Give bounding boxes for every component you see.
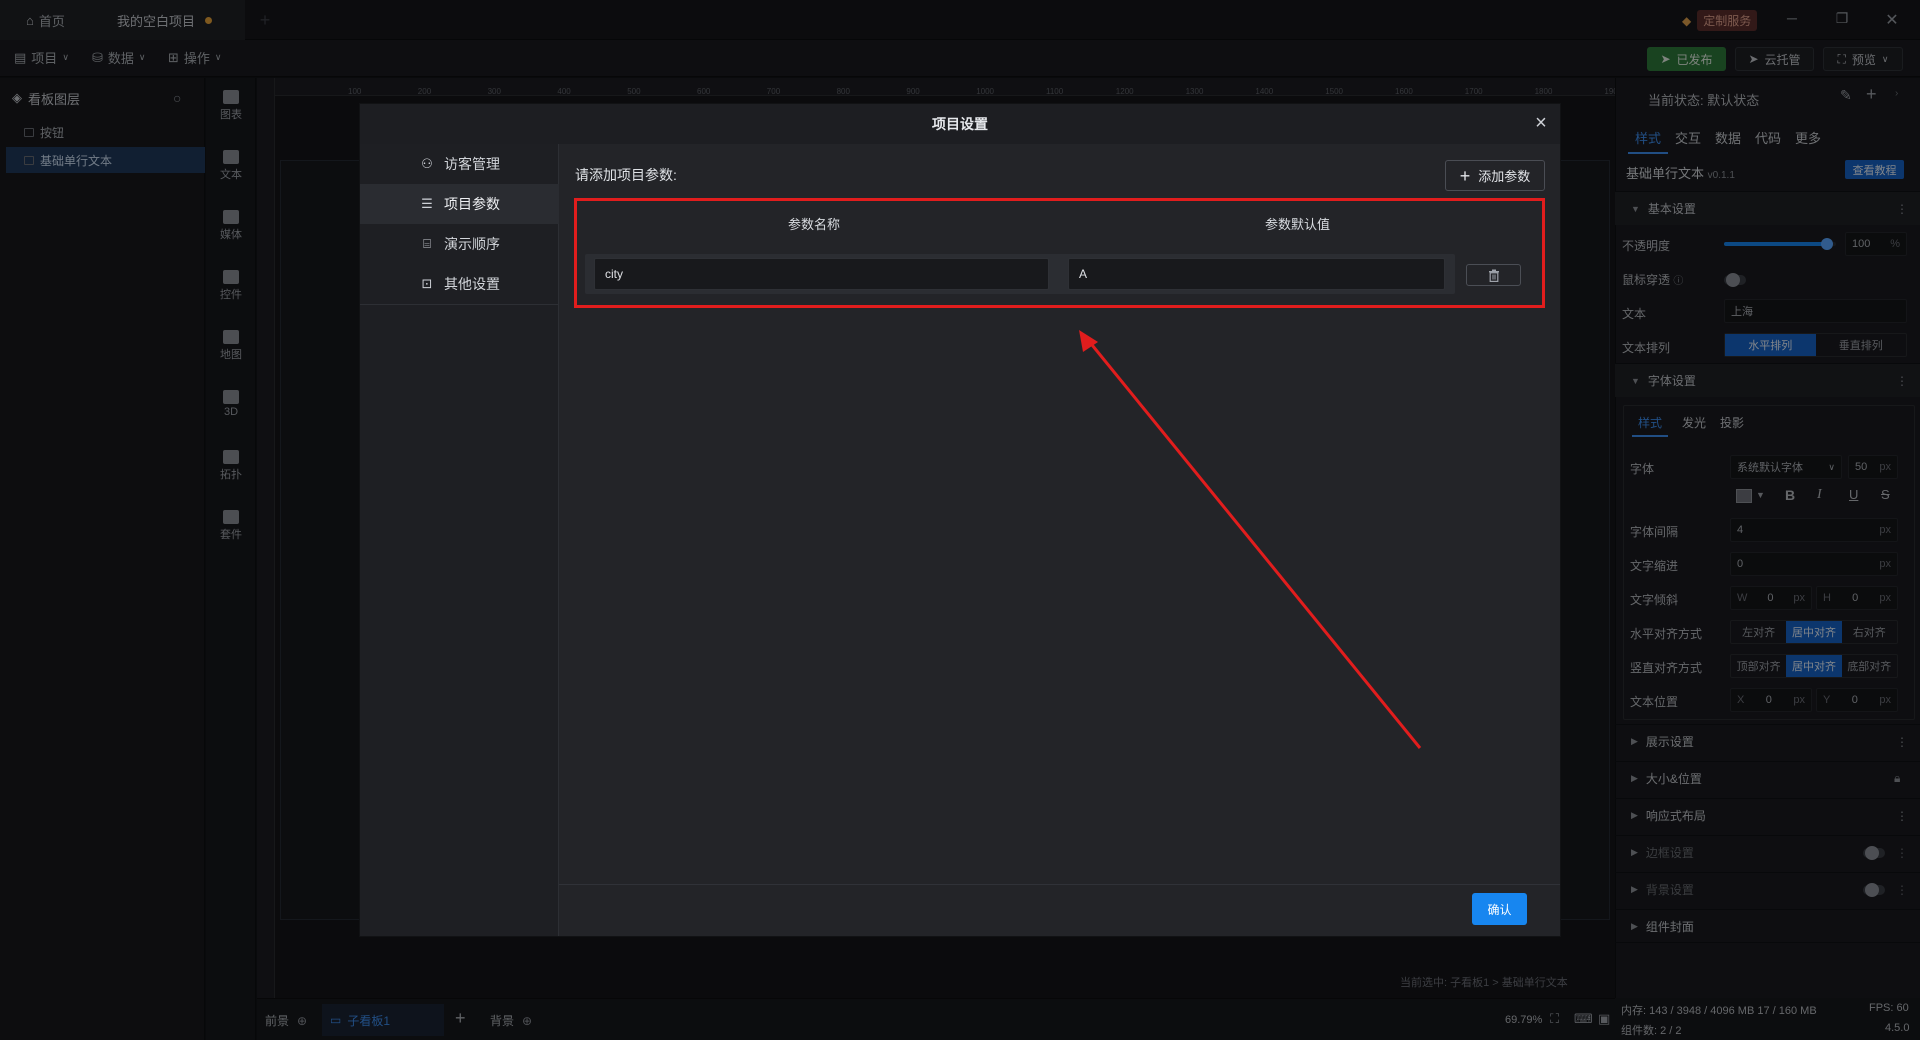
param-name-input[interactable]: city <box>594 258 1049 290</box>
confirm-button[interactable]: 确认 <box>1472 893 1527 925</box>
col-header-default: 参数默认值 <box>1265 217 1331 232</box>
nav-label: 其他设置 <box>444 276 500 292</box>
param-default-input[interactable]: A <box>1068 258 1445 290</box>
nav-other-settings[interactable]: ⊡ 其他设置 <box>360 264 559 304</box>
add-param-label: 添加参数 <box>1478 169 1531 184</box>
lock-icon: ⊡ <box>421 276 433 291</box>
close-icon[interactable]: × <box>1530 110 1552 136</box>
nav-label: 项目参数 <box>444 196 500 212</box>
trash-icon <box>1488 269 1499 282</box>
params-prompt: 请添加项目参数: <box>575 167 677 183</box>
users-icon: ⚇ <box>421 156 433 171</box>
add-param-button[interactable]: + 添加参数 <box>1445 160 1545 191</box>
presentation-icon: ⌸ <box>423 236 431 251</box>
modal-footer-divider <box>559 884 1560 885</box>
plus-icon: + <box>1459 165 1471 186</box>
nav-project-params[interactable]: ☰ 项目参数 <box>360 184 559 224</box>
nav-visitor-management[interactable]: ⚇ 访客管理 <box>360 144 559 184</box>
delete-param-button[interactable] <box>1466 264 1521 286</box>
nav-divider <box>360 304 559 305</box>
sliders-icon: ☰ <box>421 196 433 211</box>
nav-label: 演示顺序 <box>444 236 500 252</box>
nav-presentation-order[interactable]: ⌸ 演示顺序 <box>360 224 559 264</box>
col-header-name: 参数名称 <box>788 217 841 232</box>
modal-title: 项目设置 <box>360 104 1560 144</box>
nav-label: 访客管理 <box>444 156 500 172</box>
